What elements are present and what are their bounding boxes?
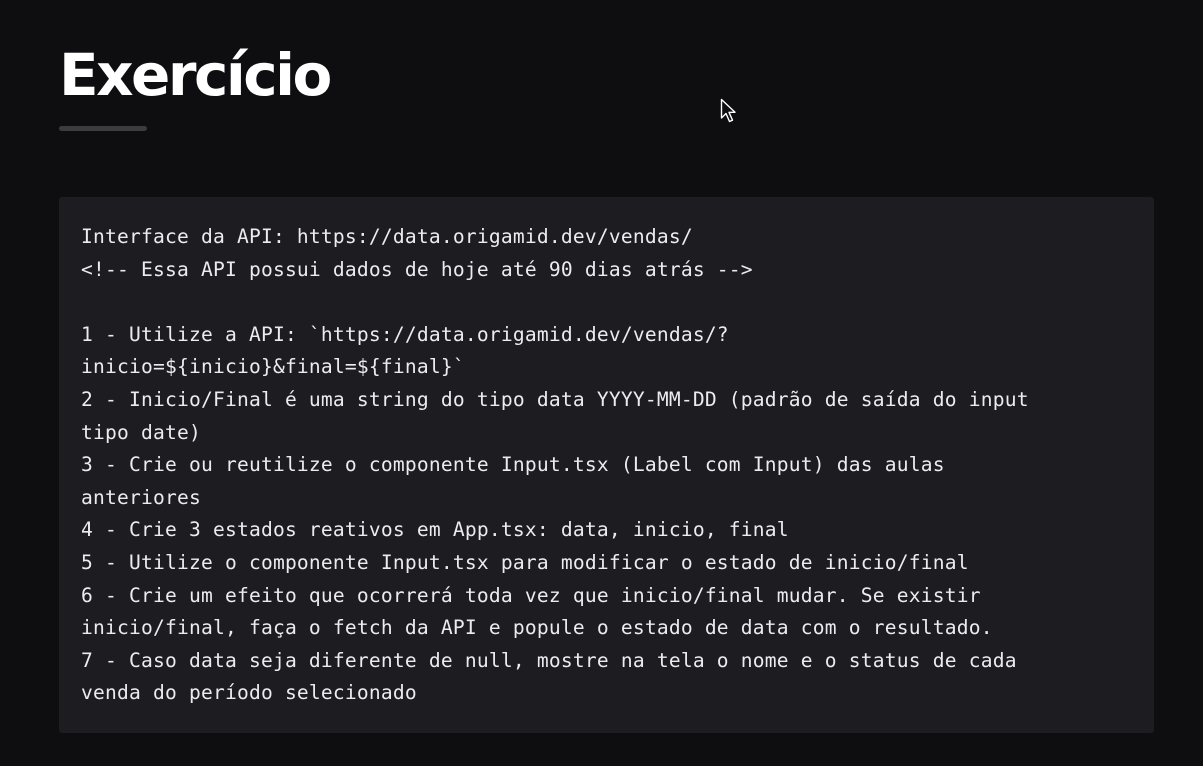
mouse-pointer-arrow-icon (720, 98, 736, 123)
code-line-step-4: 4 - Crie 3 estados reativos em App.tsx: … (81, 518, 789, 542)
code-line-step-1: 1 - Utilize a API: `https://data.origami… (81, 322, 729, 346)
code-line-step-2-continued: tipo date) (81, 420, 201, 444)
code-line-step-7: 7 - Caso data seja diferente de null, mo… (81, 648, 1017, 672)
code-line-step-7-continued: venda do período selecionado (81, 681, 417, 705)
code-line-api-comment: <!-- Essa API possui dados de hoje até 9… (81, 257, 753, 281)
page-title: Exercício (59, 41, 332, 109)
code-line-step-3-continued: anteriores (81, 485, 201, 509)
title-underline (59, 126, 147, 131)
code-line-step-2: 2 - Inicio/Final é uma string do tipo da… (81, 387, 1029, 411)
code-line-step-3: 3 - Crie ou reutilize o componente Input… (81, 453, 945, 477)
exercise-code-block: Interface da API: https://data.origamid.… (59, 197, 1154, 733)
code-line-api-interface: Interface da API: https://data.origamid.… (81, 225, 693, 248)
code-line-step-6-continued: inicio/final, faça o fetch da API e popu… (81, 616, 993, 640)
code-line-step-6: 6 - Crie um efeito que ocorrerá toda vez… (81, 583, 981, 607)
code-line-step-1-continued: inicio=${inicio}&final=${final}` (81, 355, 465, 379)
code-line-step-5: 5 - Utilize o componente Input.tsx para … (81, 550, 969, 574)
